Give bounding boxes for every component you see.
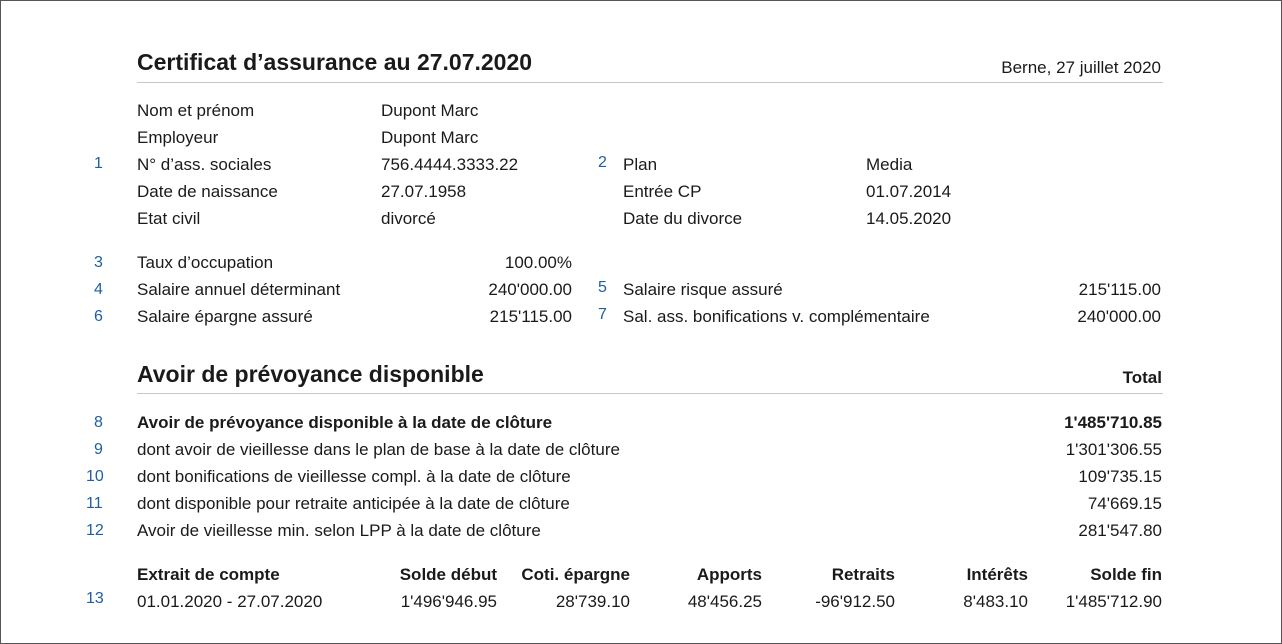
plan-value: 01.07.2014 <box>866 182 952 201</box>
avoir-value: 1'301'306.55 <box>1065 440 1162 459</box>
person-value: 756.4444.3333.22 <box>381 155 519 174</box>
avoir-value: 281'547.80 <box>1078 521 1162 540</box>
plan-label: Date du divorce <box>623 209 743 228</box>
section-divider <box>137 393 1163 394</box>
avoir-value: 1'485'710.85 <box>1064 413 1162 432</box>
salary-label: Taux d’occupation <box>137 253 274 272</box>
marker-number: 12 <box>86 522 104 539</box>
extrait-header-solde-debut: Solde début <box>399 565 497 584</box>
avoir-value: 74'669.15 <box>1087 494 1162 513</box>
avoir-label: dont disponible pour retraite anticipée … <box>137 494 570 513</box>
extrait-header-retraits: Retraits <box>831 565 895 584</box>
plan-label: Plan <box>623 155 658 174</box>
total-column-header: Total <box>1122 368 1162 387</box>
page-title: Certificat d’assurance au 27.07.2020 <box>137 49 533 75</box>
person-value: Dupont Marc <box>381 128 479 147</box>
marker-number: 7 <box>598 306 607 323</box>
marker-number: 4 <box>94 281 103 298</box>
extrait-retraits: -96'912.50 <box>815 592 895 611</box>
marker-number: 6 <box>94 308 103 325</box>
salary-value: 100.00% <box>504 253 572 272</box>
extrait-header-interets: Intérêts <box>966 565 1028 584</box>
marker-number: 13 <box>86 590 104 607</box>
avoir-label: dont avoir de vieillesse dans le plan de… <box>137 440 620 459</box>
avoir-label: Avoir de vieillesse min. selon LPP à la … <box>137 521 541 540</box>
extrait-interets: 8'483.10 <box>963 592 1028 611</box>
person-label: Nom et prénom <box>137 101 255 120</box>
extrait-solde-debut: 1'496'946.95 <box>400 592 497 611</box>
extrait-header-solde-fin: Solde fin <box>1090 565 1162 584</box>
person-label: Employeur <box>137 128 219 147</box>
salary-label: Salaire épargne assuré <box>137 307 313 326</box>
extrait-apports: 48'456.25 <box>687 592 762 611</box>
person-value: 27.07.1958 <box>381 182 467 201</box>
avoir-value: 109'735.15 <box>1078 467 1162 486</box>
person-label: Etat civil <box>137 209 201 228</box>
certificate-page: Certificat d’assurance au 27.07.2020 Ber… <box>0 0 1282 644</box>
extrait-solde-fin: 1'485'712.90 <box>1065 592 1162 611</box>
plan-value: Media <box>866 155 913 174</box>
avoir-label: Avoir de prévoyance disponible à la date… <box>137 413 553 432</box>
header-divider <box>137 82 1163 83</box>
salary-label: Sal. ass. bonifications v. complémentair… <box>623 307 930 326</box>
marker-number: 11 <box>86 495 103 512</box>
section-title: Avoir de prévoyance disponible <box>137 361 484 387</box>
extrait-coti: 28'739.10 <box>555 592 630 611</box>
person-value: Dupont Marc <box>381 101 479 120</box>
person-label: Date de naissance <box>137 182 278 201</box>
salary-label: Salaire risque assuré <box>623 280 783 299</box>
marker-number: 5 <box>598 279 607 296</box>
salary-value: 240'000.00 <box>1077 307 1161 326</box>
avoir-label: dont bonifications de vieillesse compl. … <box>137 467 571 486</box>
place-date: Berne, 27 juillet 2020 <box>1001 58 1161 77</box>
person-value: divorcé <box>381 209 436 228</box>
plan-value: 14.05.2020 <box>866 209 952 228</box>
marker-number: 3 <box>94 254 103 271</box>
marker-number: 8 <box>94 414 103 431</box>
salary-value: 215'115.00 <box>1078 280 1161 299</box>
marker-number: 10 <box>86 468 104 485</box>
extrait-header-apports: Apports <box>696 565 762 584</box>
extrait-period: 01.01.2020 - 27.07.2020 <box>137 592 323 611</box>
person-label: N° d’ass. sociales <box>137 155 272 174</box>
extrait-header-period: Extrait de compte <box>137 565 280 584</box>
marker-number: 2 <box>598 154 607 171</box>
marker-number: 9 <box>94 441 103 458</box>
marker-number: 1 <box>94 155 103 172</box>
salary-value: 215'115.00 <box>489 307 572 326</box>
salary-label: Salaire annuel déterminant <box>137 280 341 299</box>
salary-value: 240'000.00 <box>488 280 572 299</box>
extrait-header-coti: Coti. épargne <box>521 565 630 584</box>
plan-label: Entrée CP <box>623 182 702 201</box>
